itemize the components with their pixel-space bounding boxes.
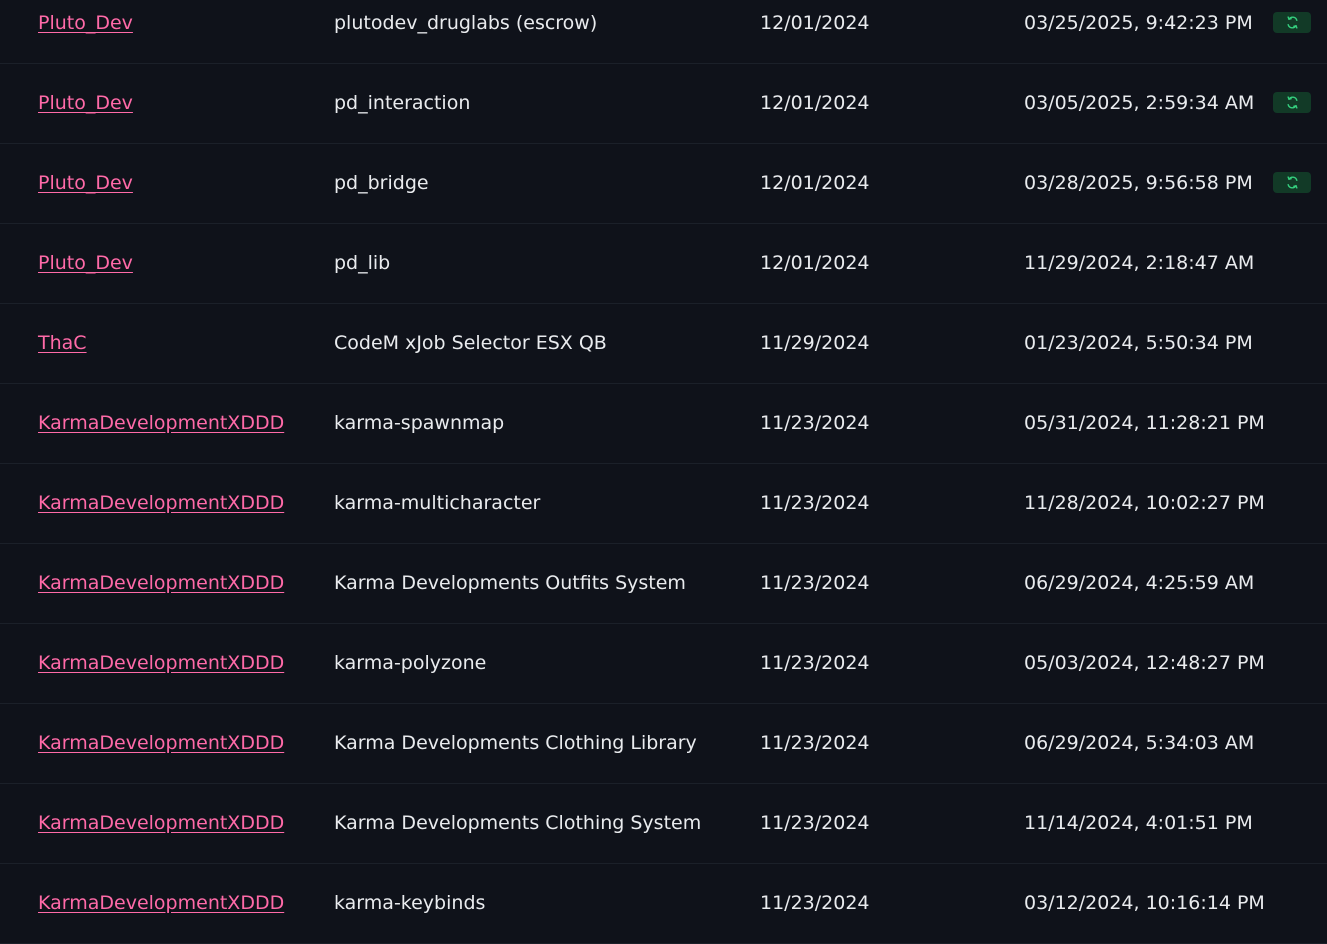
purchase-date: 11/23/2024 [760, 812, 870, 834]
last-updated: 06/29/2024, 4:25:59 AM [1024, 572, 1255, 594]
table-row: Pluto_Dev pd_lib 12/01/2024 11/29/2024, 2:1… [0, 224, 1327, 304]
asset-name: Karma Developments Outfits System [334, 572, 686, 594]
asset-name: pd_bridge [334, 172, 429, 194]
table-row: KarmaDevelopmentXDDD Karma Developments O… [0, 544, 1327, 624]
seller-cell: KarmaDevelopmentXDDD [38, 864, 284, 943]
seller-link[interactable]: KarmaDevelopmentXDDD [38, 412, 284, 434]
seller-link[interactable]: KarmaDevelopmentXDDD [38, 812, 284, 834]
last-updated: 01/23/2024, 5:50:34 PM [1024, 332, 1253, 354]
purchase-date: 11/23/2024 [760, 732, 870, 754]
update-available-button[interactable] [1273, 172, 1311, 193]
update-available-button[interactable] [1273, 12, 1311, 33]
seller-cell: KarmaDevelopmentXDDD [38, 624, 284, 703]
refresh-icon [1286, 176, 1298, 189]
seller-link[interactable]: ThaC [38, 332, 87, 354]
seller-link[interactable]: Pluto_Dev [38, 92, 133, 114]
seller-link[interactable]: Pluto_Dev [38, 12, 133, 34]
seller-cell: KarmaDevelopmentXDDD [38, 464, 284, 543]
asset-name: plutodev_druglabs (escrow) [334, 12, 598, 34]
refresh-icon [1286, 16, 1298, 29]
asset-name: Karma Developments Clothing System [334, 812, 702, 834]
table-row: Pluto_Dev pd_interaction 12/01/2024 03/05/2… [0, 64, 1327, 144]
seller-cell: KarmaDevelopmentXDDD [38, 384, 284, 463]
last-updated: 05/03/2024, 12:48:27 PM [1024, 652, 1265, 674]
seller-cell: KarmaDevelopmentXDDD [38, 704, 284, 783]
seller-cell: Pluto_Dev [38, 64, 133, 143]
seller-link[interactable]: Pluto_Dev [38, 172, 133, 194]
table-row: Pluto_Dev pd_bridge 12/01/2024 03/28/2025, … [0, 144, 1327, 224]
seller-cell: ThaC [38, 304, 87, 383]
last-updated: 05/31/2024, 11:28:21 PM [1024, 412, 1265, 434]
asset-name: karma-spawnmap [334, 412, 505, 434]
asset-name: CodeM xJob Selector ESX QB [334, 332, 607, 354]
last-updated: 03/25/2025, 9:42:23 PM [1024, 12, 1253, 34]
purchase-date: 11/23/2024 [760, 492, 870, 514]
asset-name: karma-polyzone [334, 652, 487, 674]
purchase-date: 11/23/2024 [760, 652, 870, 674]
seller-link[interactable]: KarmaDevelopmentXDDD [38, 572, 284, 594]
last-updated: 11/14/2024, 4:01:51 PM [1024, 812, 1253, 834]
purchase-date: 12/01/2024 [760, 252, 870, 274]
last-updated: 03/05/2025, 2:59:34 AM [1024, 92, 1255, 114]
purchase-date: 12/01/2024 [760, 12, 870, 34]
seller-link[interactable]: KarmaDevelopmentXDDD [38, 652, 284, 674]
asset-name: Karma Developments Clothing Library [334, 732, 697, 754]
asset-name: pd_interaction [334, 92, 471, 114]
table-row: KarmaDevelopmentXDDD Karma Developments C… [0, 704, 1327, 784]
last-updated: 11/28/2024, 10:02:27 PM [1024, 492, 1265, 514]
seller-cell: Pluto_Dev [38, 224, 133, 303]
seller-link[interactable]: KarmaDevelopmentXDDD [38, 492, 284, 514]
last-updated: 03/12/2024, 10:16:14 PM [1024, 892, 1265, 914]
seller-link[interactable]: KarmaDevelopmentXDDD [38, 892, 284, 914]
asset-name: karma-keybinds [334, 892, 486, 914]
asset-name: pd_lib [334, 252, 391, 274]
table-row: KarmaDevelopmentXDDD karma-spawnmap 11/23/… [0, 384, 1327, 464]
purchase-date: 11/23/2024 [760, 412, 870, 434]
seller-cell: KarmaDevelopmentXDDD [38, 544, 284, 623]
table-row: KarmaDevelopmentXDDD karma-polyzone 11/23/… [0, 624, 1327, 704]
seller-link[interactable]: KarmaDevelopmentXDDD [38, 732, 284, 754]
seller-cell: Pluto_Dev [38, 0, 133, 63]
refresh-icon [1286, 96, 1298, 109]
table-row: KarmaDevelopmentXDDD Karma Developments C… [0, 784, 1327, 864]
purchase-date: 12/01/2024 [760, 172, 870, 194]
assets-table: Pluto_Dev plutodev_druglabs (escrow) 12/01… [0, 0, 1327, 944]
purchase-date: 11/23/2024 [760, 572, 870, 594]
asset-name: karma-multicharacter [334, 492, 541, 514]
seller-cell: Pluto_Dev [38, 144, 133, 223]
update-available-button[interactable] [1273, 92, 1311, 113]
table-row: KarmaDevelopmentXDDD karma-multicharacter… [0, 464, 1327, 544]
purchase-date: 11/29/2024 [760, 332, 870, 354]
table-row: ThaC CodeM xJob Selector ESX QB 11/29/2024… [0, 304, 1327, 384]
purchase-date: 11/23/2024 [760, 892, 870, 914]
last-updated: 11/29/2024, 2:18:47 AM [1024, 252, 1255, 274]
table-row: Pluto_Dev plutodev_druglabs (escrow) 12/01… [0, 0, 1327, 64]
purchase-date: 12/01/2024 [760, 92, 870, 114]
table-row: KarmaDevelopmentXDDD karma-keybinds 11/23/… [0, 864, 1327, 944]
seller-cell: KarmaDevelopmentXDDD [38, 784, 284, 863]
last-updated: 03/28/2025, 9:56:58 PM [1024, 172, 1253, 194]
seller-link[interactable]: Pluto_Dev [38, 252, 133, 274]
last-updated: 06/29/2024, 5:34:03 AM [1024, 732, 1255, 754]
